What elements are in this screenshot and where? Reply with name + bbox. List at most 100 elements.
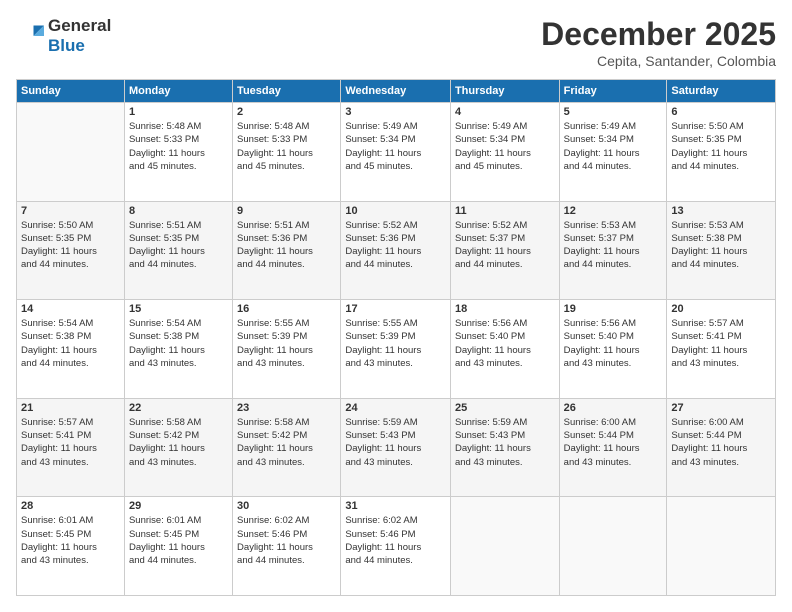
day-info: Sunrise: 5:52 AMSunset: 5:37 PMDaylight:… <box>455 219 555 272</box>
day-header-tuesday: Tuesday <box>233 80 341 103</box>
day-number: 11 <box>455 205 555 217</box>
calendar-cell: 28Sunrise: 6:01 AMSunset: 5:45 PMDayligh… <box>17 497 125 596</box>
day-info: Sunrise: 5:49 AMSunset: 5:34 PMDaylight:… <box>455 120 555 173</box>
day-number: 3 <box>345 106 446 118</box>
calendar-cell: 17 Sunrise: 5:55 AMSunset: 5:39 PMDayligh… <box>341 300 451 399</box>
logo-icon <box>16 22 44 50</box>
day-number: 25 <box>455 402 555 414</box>
day-info: Sunrise: 5:58 AMSunset: 5:42 PMDaylight:… <box>237 416 336 469</box>
day-info: Sunrise: 5:54 AMSunset: 5:38 PMDaylight:… <box>129 317 228 370</box>
calendar-cell: 5 Sunrise: 5:49 AMSunset: 5:34 PMDaylight… <box>559 103 667 202</box>
header: General Blue December 2025 Cepita, Santa… <box>16 16 776 69</box>
day-number: 14 <box>21 303 120 315</box>
calendar-body: 1Sunrise: 5:48 AMSunset: 5:33 PMDaylight… <box>17 103 776 596</box>
calendar-header-row: SundayMondayTuesdayWednesdayThursdayFrid… <box>17 80 776 103</box>
day-number: 7 <box>21 205 120 217</box>
day-number: 26 <box>564 402 663 414</box>
calendar-cell: 15 Sunrise: 5:54 AMSunset: 5:38 PMDayligh… <box>124 300 232 399</box>
calendar-cell: 13Sunrise: 5:53 AMSunset: 5:38 PMDayligh… <box>667 201 776 300</box>
calendar-cell: 27 Sunrise: 6:00 AMSunset: 5:44 PMDayligh… <box>667 398 776 497</box>
day-info: Sunrise: 5:48 AMSunset: 5:33 PMDaylight:… <box>237 120 336 173</box>
day-number: 23 <box>237 402 336 414</box>
day-number: 21 <box>21 402 120 414</box>
day-number: 22 <box>129 402 228 414</box>
calendar-cell: 23 Sunrise: 5:58 AMSunset: 5:42 PMDayligh… <box>233 398 341 497</box>
day-number: 12 <box>564 205 663 217</box>
calendar-cell: 4Sunrise: 5:49 AMSunset: 5:34 PMDaylight… <box>450 103 559 202</box>
day-info: Sunrise: 5:57 AMSunset: 5:41 PMDaylight:… <box>21 416 120 469</box>
calendar-cell: 3 Sunrise: 5:49 AMSunset: 5:34 PMDaylight… <box>341 103 451 202</box>
day-info: Sunrise: 5:49 AMSunset: 5:34 PMDaylight:… <box>345 120 446 173</box>
calendar-cell: 1Sunrise: 5:48 AMSunset: 5:33 PMDaylight… <box>124 103 232 202</box>
calendar-cell: 29 Sunrise: 6:01 AMSunset: 5:45 PMDayligh… <box>124 497 232 596</box>
calendar-cell: 6 Sunrise: 5:50 AMSunset: 5:35 PMDaylight… <box>667 103 776 202</box>
day-info: Sunrise: 6:02 AMSunset: 5:46 PMDaylight:… <box>237 514 336 567</box>
calendar-cell: 12Sunrise: 5:53 AMSunset: 5:37 PMDayligh… <box>559 201 667 300</box>
day-info: Sunrise: 5:55 AMSunset: 5:39 PMDaylight:… <box>237 317 336 370</box>
calendar-cell: 21 Sunrise: 5:57 AMSunset: 5:41 PMDayligh… <box>17 398 125 497</box>
day-number: 5 <box>564 106 663 118</box>
day-info: Sunrise: 5:51 AMSunset: 5:36 PMDaylight:… <box>237 219 336 272</box>
calendar-table: SundayMondayTuesdayWednesdayThursdayFrid… <box>16 79 776 596</box>
day-info: Sunrise: 6:00 AMSunset: 5:44 PMDaylight:… <box>564 416 663 469</box>
day-number: 17 <box>345 303 446 315</box>
calendar-cell <box>17 103 125 202</box>
calendar-cell: 7Sunrise: 5:50 AMSunset: 5:35 PMDaylight… <box>17 201 125 300</box>
calendar-cell: 2 Sunrise: 5:48 AMSunset: 5:33 PMDaylight… <box>233 103 341 202</box>
calendar-week-4: 21 Sunrise: 5:57 AMSunset: 5:41 PMDayligh… <box>17 398 776 497</box>
calendar-cell <box>450 497 559 596</box>
calendar-week-3: 14 Sunrise: 5:54 AMSunset: 5:38 PMDayligh… <box>17 300 776 399</box>
day-info: Sunrise: 6:00 AMSunset: 5:44 PMDaylight:… <box>671 416 771 469</box>
month-title: December 2025 <box>541 16 776 53</box>
calendar-cell: 18 Sunrise: 5:56 AMSunset: 5:40 PMDayligh… <box>450 300 559 399</box>
day-info: Sunrise: 6:02 AMSunset: 5:46 PMDaylight:… <box>345 514 446 567</box>
calendar-cell: 8 Sunrise: 5:51 AMSunset: 5:35 PMDaylight… <box>124 201 232 300</box>
day-number: 15 <box>129 303 228 315</box>
logo: General Blue <box>16 16 111 56</box>
calendar-cell: 14 Sunrise: 5:54 AMSunset: 5:38 PMDayligh… <box>17 300 125 399</box>
day-info: Sunrise: 5:56 AMSunset: 5:40 PMDaylight:… <box>564 317 663 370</box>
day-info: Sunrise: 6:01 AMSunset: 5:45 PMDaylight:… <box>129 514 228 567</box>
day-header-sunday: Sunday <box>17 80 125 103</box>
day-info: Sunrise: 6:01 AMSunset: 5:45 PMDaylight:… <box>21 514 120 567</box>
calendar-cell: 26 Sunrise: 6:00 AMSunset: 5:44 PMDayligh… <box>559 398 667 497</box>
calendar-cell: 25 Sunrise: 5:59 AMSunset: 5:43 PMDayligh… <box>450 398 559 497</box>
day-info: Sunrise: 5:59 AMSunset: 5:43 PMDaylight:… <box>455 416 555 469</box>
day-info: Sunrise: 5:51 AMSunset: 5:35 PMDaylight:… <box>129 219 228 272</box>
day-number: 2 <box>237 106 336 118</box>
calendar-cell: 10Sunrise: 5:52 AMSunset: 5:36 PMDayligh… <box>341 201 451 300</box>
calendar-cell: 9Sunrise: 5:51 AMSunset: 5:36 PMDaylight… <box>233 201 341 300</box>
day-number: 20 <box>671 303 771 315</box>
day-number: 10 <box>345 205 446 217</box>
day-number: 30 <box>237 500 336 512</box>
day-number: 18 <box>455 303 555 315</box>
day-header-friday: Friday <box>559 80 667 103</box>
day-info: Sunrise: 5:59 AMSunset: 5:43 PMDaylight:… <box>345 416 446 469</box>
day-number: 19 <box>564 303 663 315</box>
calendar-week-2: 7Sunrise: 5:50 AMSunset: 5:35 PMDaylight… <box>17 201 776 300</box>
day-info: Sunrise: 5:56 AMSunset: 5:40 PMDaylight:… <box>455 317 555 370</box>
day-number: 31 <box>345 500 446 512</box>
day-info: Sunrise: 5:48 AMSunset: 5:33 PMDaylight:… <box>129 120 228 173</box>
calendar-week-5: 28Sunrise: 6:01 AMSunset: 5:45 PMDayligh… <box>17 497 776 596</box>
day-number: 6 <box>671 106 771 118</box>
calendar-cell <box>667 497 776 596</box>
day-number: 27 <box>671 402 771 414</box>
day-info: Sunrise: 5:49 AMSunset: 5:34 PMDaylight:… <box>564 120 663 173</box>
day-header-thursday: Thursday <box>450 80 559 103</box>
day-number: 29 <box>129 500 228 512</box>
logo-text: General Blue <box>48 16 111 56</box>
day-number: 8 <box>129 205 228 217</box>
day-info: Sunrise: 5:54 AMSunset: 5:38 PMDaylight:… <box>21 317 120 370</box>
calendar-cell: 22 Sunrise: 5:58 AMSunset: 5:42 PMDayligh… <box>124 398 232 497</box>
day-info: Sunrise: 5:58 AMSunset: 5:42 PMDaylight:… <box>129 416 228 469</box>
location-subtitle: Cepita, Santander, Colombia <box>541 53 776 69</box>
day-info: Sunrise: 5:55 AMSunset: 5:39 PMDaylight:… <box>345 317 446 370</box>
calendar-cell: 31 Sunrise: 6:02 AMSunset: 5:46 PMDayligh… <box>341 497 451 596</box>
page: General Blue December 2025 Cepita, Santa… <box>0 0 792 612</box>
title-block: December 2025 Cepita, Santander, Colombi… <box>541 16 776 69</box>
day-number: 16 <box>237 303 336 315</box>
calendar-cell: 16 Sunrise: 5:55 AMSunset: 5:39 PMDayligh… <box>233 300 341 399</box>
calendar-cell: 19 Sunrise: 5:56 AMSunset: 5:40 PMDayligh… <box>559 300 667 399</box>
day-info: Sunrise: 5:50 AMSunset: 5:35 PMDaylight:… <box>671 120 771 173</box>
